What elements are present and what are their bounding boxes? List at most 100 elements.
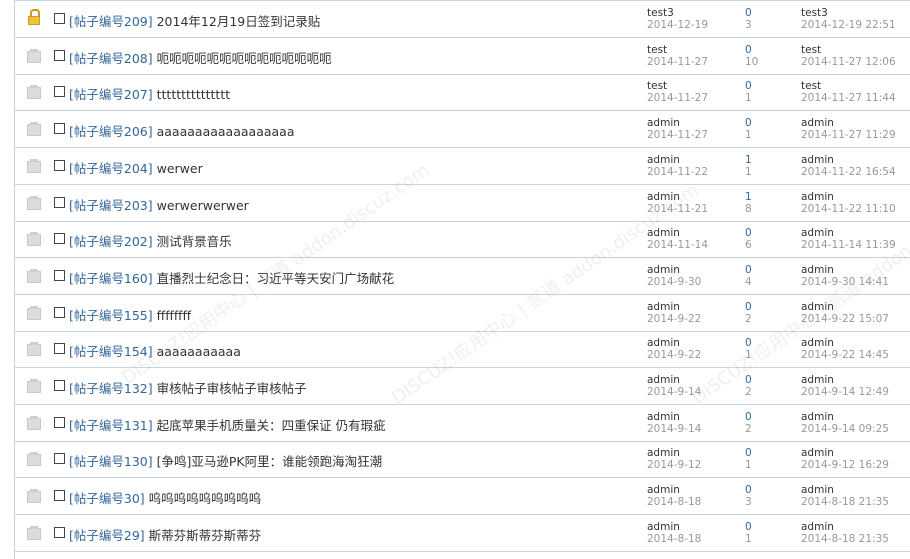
thread-row[interactable]: [帖子编号132] 审核帖子审核帖子审核帖子 admin 2014-9-14 02… (15, 368, 910, 405)
last-post-time[interactable]: 2014-9-12 16:29 (801, 459, 889, 471)
thread-title[interactable]: [帖子编号30] 呜呜呜呜呜呜呜呜呜 (69, 488, 261, 507)
last-post-time[interactable]: 2014-11-14 11:39 (801, 239, 896, 251)
select-checkbox[interactable] (54, 490, 65, 502)
thread-row[interactable]: [帖子编号206] aaaaaaaaaaaaaaaaaa admin 2014-1… (15, 111, 910, 149)
author-name[interactable]: test (647, 44, 708, 56)
last-post-user[interactable]: admin (801, 227, 896, 239)
select-checkbox[interactable] (54, 453, 65, 465)
thread-number[interactable]: [帖子编号207] (69, 87, 153, 102)
thread-row[interactable]: [帖子编号155] ffffffff admin 2014-9-22 02 adm… (15, 295, 910, 332)
last-post-time[interactable]: 2014-8-18 21:35 (801, 533, 889, 545)
author-name[interactable]: test (647, 80, 708, 92)
last-post-user[interactable]: admin (801, 447, 889, 459)
author-name[interactable]: admin (647, 521, 701, 533)
last-post-user[interactable]: admin (801, 264, 889, 276)
select-checkbox[interactable] (54, 123, 65, 135)
thread-number[interactable]: [帖子编号30] (69, 491, 145, 506)
last-post-time[interactable]: 2014-11-27 11:44 (801, 92, 896, 104)
thread-subject[interactable]: 直播烈士纪念日：习近平等天安门广场献花 (157, 271, 395, 286)
select-checkbox[interactable] (54, 380, 65, 391)
thread-row[interactable]: [帖子编号209] 2014年12月19日签到记录贴 test3 2014-12-… (15, 1, 910, 38)
select-checkbox[interactable] (54, 233, 65, 245)
last-post-time[interactable]: 2014-12-19 22:51 (801, 19, 896, 31)
select-checkbox[interactable] (54, 343, 65, 355)
author-name[interactable]: admin (647, 227, 708, 239)
thread-number[interactable]: [帖子编号154] (69, 344, 153, 359)
thread-number[interactable]: [帖子编号29] (69, 528, 145, 543)
last-post-user[interactable]: admin (801, 154, 896, 166)
select-checkbox[interactable] (54, 86, 65, 98)
thread-number[interactable]: [帖子编号208] (69, 51, 153, 66)
thread-row[interactable]: [帖子编号207] ttttttttttttttt test 2014-11-27… (15, 74, 910, 112)
last-post-user[interactable]: admin (801, 117, 896, 129)
thread-subject[interactable]: aaaaaaaaaaa (157, 344, 241, 359)
author-name[interactable]: admin (647, 154, 708, 166)
thread-number[interactable]: [帖子编号209] (69, 14, 153, 29)
select-checkbox[interactable] (54, 269, 65, 281)
thread-row[interactable]: [帖子编号154] aaaaaaaaaaa admin 2014-9-22 01 … (15, 331, 910, 369)
thread-subject[interactable]: werwer (157, 161, 203, 176)
last-post-time[interactable]: 2014-9-14 12:49 (801, 386, 889, 398)
thread-number[interactable]: [帖子编号206] (69, 124, 153, 139)
thread-title[interactable]: [帖子编号154] aaaaaaaaaaa (69, 341, 241, 360)
author-name[interactable]: admin (647, 191, 708, 203)
last-post-time[interactable]: 2014-9-22 14:45 (801, 349, 889, 361)
thread-title[interactable]: [帖子编号155] ffffffff (69, 305, 191, 324)
last-post-user[interactable]: admin (801, 521, 889, 533)
last-post-time[interactable]: 2014-8-18 21:35 (801, 496, 889, 508)
thread-number[interactable]: [帖子编号131] (69, 418, 153, 433)
thread-row[interactable]: [帖子编号131] 起底苹果手机质量关：四重保证 仍有瑕疵 admin 2014-… (15, 405, 910, 442)
thread-title[interactable]: [帖子编号204] werwer (69, 158, 203, 177)
thread-number[interactable]: [帖子编号202] (69, 234, 153, 249)
thread-title[interactable]: [帖子编号160] 直播烈士纪念日：习近平等天安门广场献花 (69, 268, 394, 287)
thread-title[interactable]: [帖子编号29] 斯蒂芬斯蒂芬斯蒂芬 (69, 525, 261, 544)
author-name[interactable]: test3 (647, 7, 708, 19)
select-checkbox[interactable] (54, 13, 65, 24)
thread-subject[interactable]: 测试背景音乐 (157, 234, 232, 249)
select-checkbox[interactable] (54, 159, 65, 171)
last-post-user[interactable]: admin (801, 411, 889, 423)
thread-row[interactable]: [帖子编号208] 呃呃呃呃呃呃呃呃呃呃呃呃呃呃 test 2014-11-27 … (15, 38, 910, 75)
last-post-time[interactable]: 2014-11-22 16:54 (801, 166, 896, 178)
thread-row[interactable]: [帖子编号203] werwerwerwer admin 2014-11-21 1… (15, 185, 910, 222)
last-post-time[interactable]: 2014-11-27 12:06 (801, 56, 896, 68)
thread-title[interactable]: [帖子编号202] 测试背景音乐 (69, 231, 232, 250)
last-post-time[interactable]: 2014-9-14 09:25 (801, 423, 889, 435)
thread-number[interactable]: [帖子编号204] (69, 161, 153, 176)
thread-subject[interactable]: werwerwerwer (157, 198, 249, 213)
thread-subject[interactable]: aaaaaaaaaaaaaaaaaa (157, 124, 295, 139)
thread-subject[interactable]: 起底苹果手机质量关：四重保证 仍有瑕疵 (157, 418, 386, 433)
thread-title[interactable]: [帖子编号130] [争鸣]亚马逊PK阿里：谁能领跑海淘狂潮 (69, 451, 382, 470)
thread-row[interactable]: [帖子编号30] 呜呜呜呜呜呜呜呜呜 admin 2014-8-18 03 adm… (15, 478, 910, 516)
select-checkbox[interactable] (54, 49, 65, 61)
thread-subject[interactable]: 呃呃呃呃呃呃呃呃呃呃呃呃呃呃 (157, 51, 332, 66)
thread-number[interactable]: [帖子编号130] (69, 454, 153, 469)
thread-subject[interactable]: 2014年12月19日签到记录贴 (157, 14, 321, 29)
thread-row[interactable]: [帖子编号160] 直播烈士纪念日：习近平等天安门广场献花 admin 2014-… (15, 258, 910, 295)
author-name[interactable]: admin (647, 484, 701, 496)
author-name[interactable]: admin (647, 374, 701, 386)
thread-row[interactable]: [帖子编号202] 测试背景音乐 admin 2014-11-14 06 admi… (15, 221, 910, 259)
thread-title[interactable]: [帖子编号206] aaaaaaaaaaaaaaaaaa (69, 121, 295, 140)
thread-row[interactable]: [帖子编号130] [争鸣]亚马逊PK阿里：谁能领跑海淘狂潮 admin 2014… (15, 441, 910, 479)
last-post-user[interactable]: admin (801, 374, 889, 386)
last-post-user[interactable]: test (801, 80, 896, 92)
thread-number[interactable]: [帖子编号160] (69, 271, 153, 286)
select-checkbox[interactable] (54, 196, 65, 208)
thread-subject[interactable]: 审核帖子审核帖子审核帖子 (157, 381, 307, 396)
thread-title[interactable]: [帖子编号203] werwerwerwer (69, 195, 249, 214)
thread-title[interactable]: [帖子编号131] 起底苹果手机质量关：四重保证 仍有瑕疵 (69, 415, 386, 434)
thread-subject[interactable]: 斯蒂芬斯蒂芬斯蒂芬 (149, 528, 262, 543)
last-post-user[interactable]: test3 (801, 7, 896, 19)
last-post-time[interactable]: 2014-11-22 11:10 (801, 203, 896, 215)
thread-title[interactable]: [帖子编号209] 2014年12月19日签到记录贴 (69, 11, 320, 30)
author-name[interactable]: admin (647, 447, 701, 459)
last-post-user[interactable]: admin (801, 301, 889, 313)
author-name[interactable]: admin (647, 264, 701, 276)
thread-subject[interactable]: ttttttttttttttt (157, 87, 231, 102)
author-name[interactable]: admin (647, 301, 701, 313)
thread-subject[interactable]: ffffffff (157, 308, 191, 323)
thread-title[interactable]: [帖子编号132] 审核帖子审核帖子审核帖子 (69, 378, 307, 397)
thread-row[interactable]: [帖子编号29] 斯蒂芬斯蒂芬斯蒂芬 admin 2014-8-18 01 adm… (15, 515, 910, 552)
thread-number[interactable]: [帖子编号203] (69, 198, 153, 213)
